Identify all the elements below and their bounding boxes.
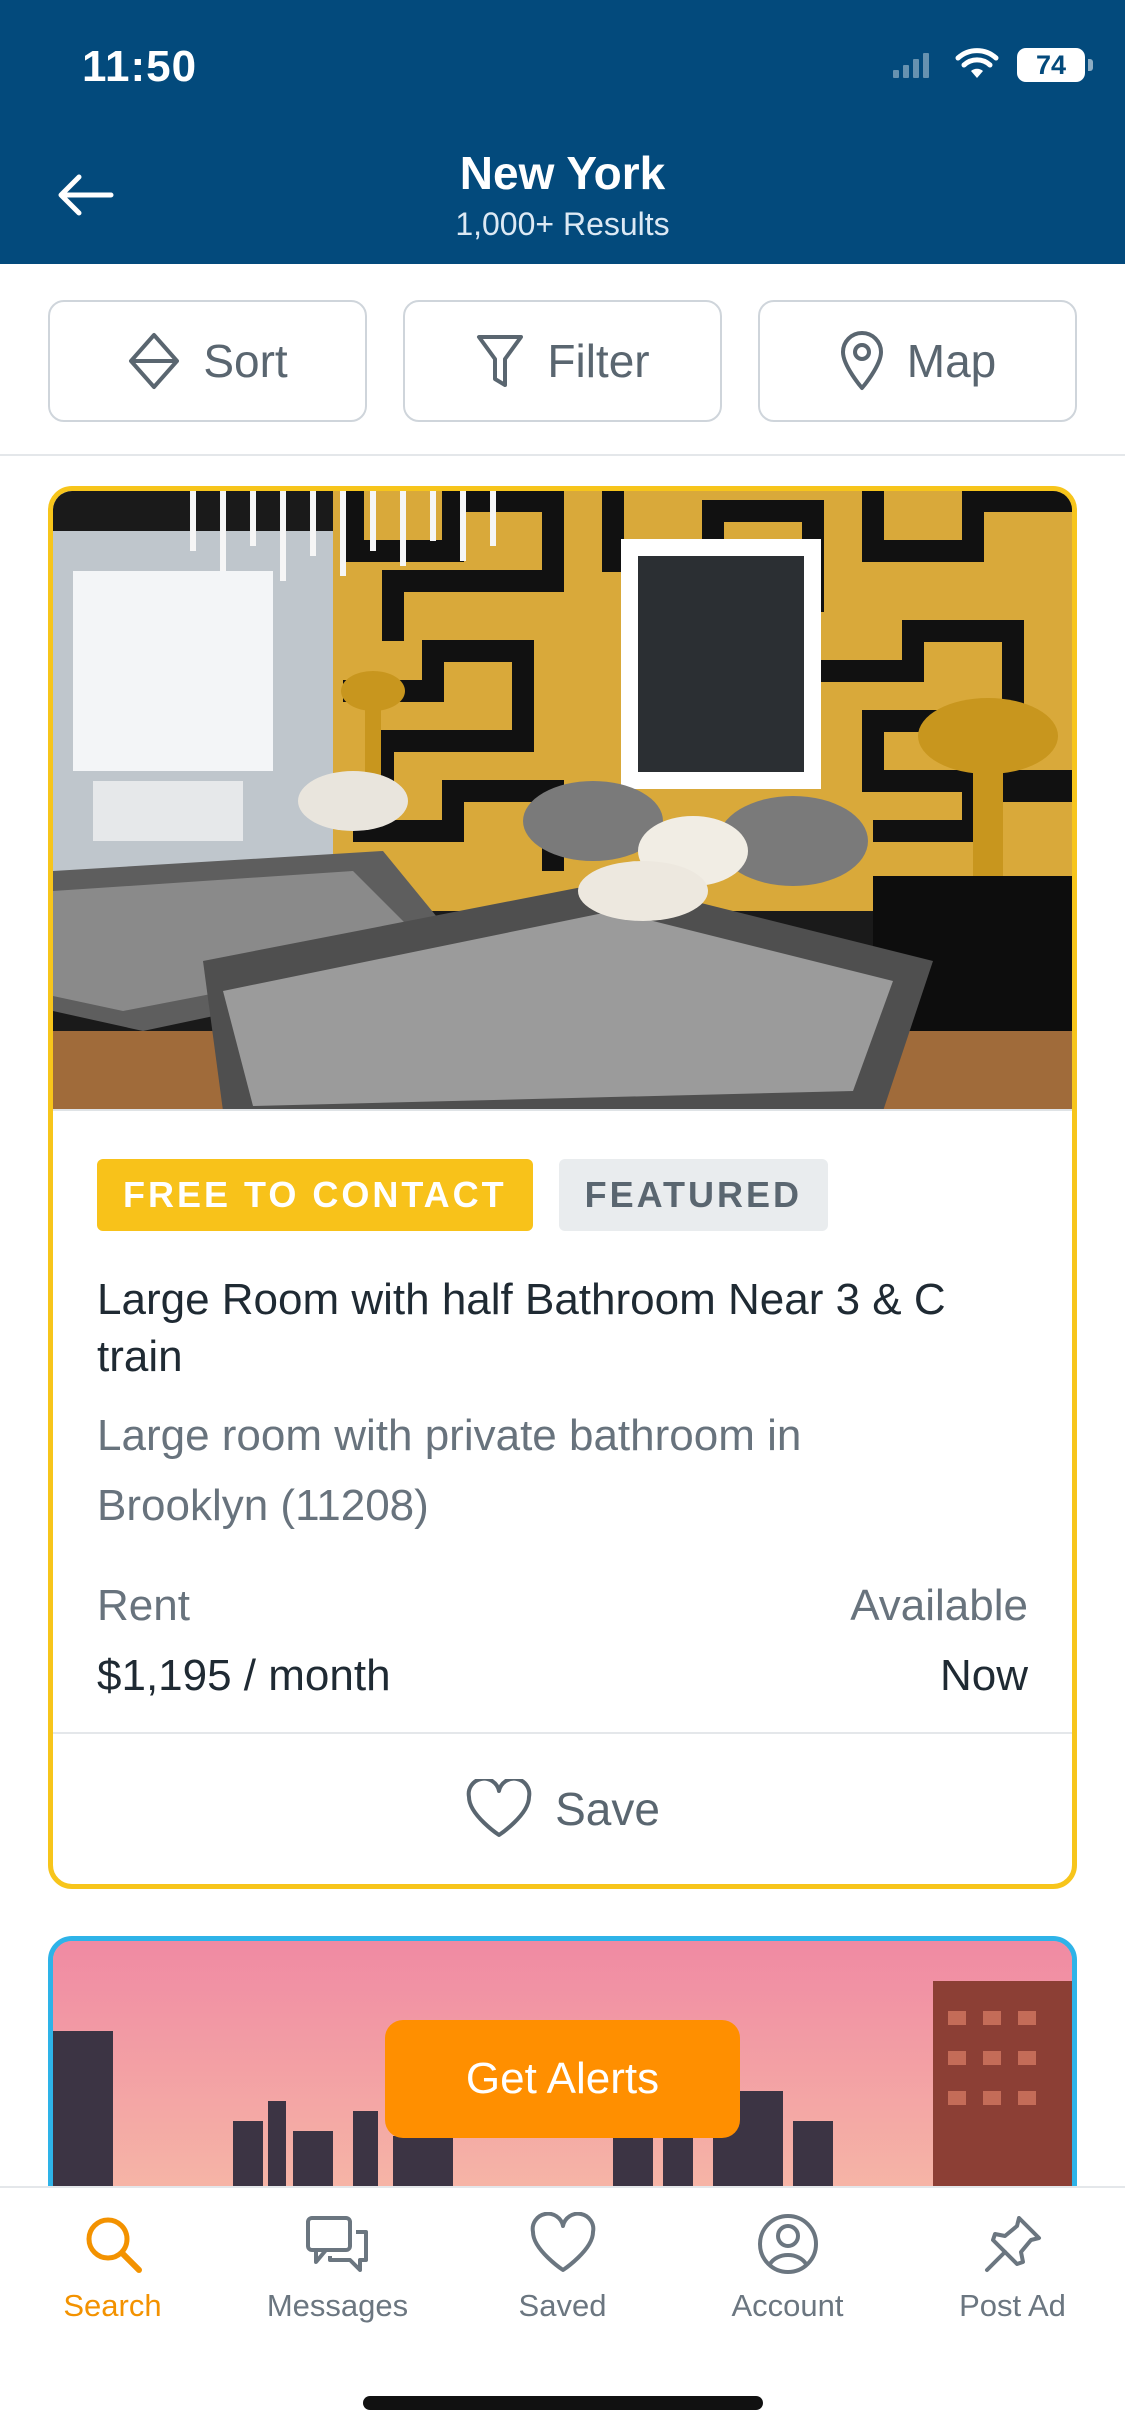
heart-outline-icon — [466, 1779, 532, 1837]
map-label: Map — [906, 335, 997, 387]
listing-photo[interactable] — [53, 491, 1072, 1111]
tab-account[interactable]: Account — [675, 2212, 900, 2324]
save-label: Save — [555, 1783, 660, 1835]
account-icon — [757, 2214, 818, 2274]
get-alerts-button[interactable]: Get Alerts — [385, 2020, 740, 2138]
rent-value: $1,195 / month — [97, 1651, 391, 1700]
toolbar-divider — [0, 454, 1125, 456]
search-toolbar: Sort Filter Map — [48, 300, 1077, 422]
status-time: 11:50 — [82, 42, 198, 91]
tab-saved-label: Saved — [518, 2288, 607, 2323]
available-value: Now — [939, 1651, 1028, 1700]
tab-messages[interactable]: Messages — [225, 2212, 450, 2324]
sort-label: Sort — [203, 335, 288, 387]
results-count: 1,000+ Results — [455, 206, 670, 242]
tab-post-ad-label: Post Ad — [959, 2288, 1066, 2323]
featured-badge: FEATURED — [558, 1159, 828, 1231]
tab-post-ad[interactable]: Post Ad — [900, 2212, 1125, 2324]
sort-icon — [129, 333, 180, 389]
filter-icon — [477, 335, 524, 387]
listing-description: Large room with private bathroom in Broo… — [97, 1411, 802, 1530]
messages-icon — [305, 2216, 368, 2272]
tab-messages-label: Messages — [266, 2288, 409, 2323]
app-header: 11:50 74 New York 1,000+ Results — [0, 0, 1125, 264]
available-label: Available — [850, 1581, 1028, 1630]
cellular-signal-icon — [893, 53, 929, 78]
page-title: New York — [459, 147, 666, 199]
status-icons: 74 — [893, 48, 1093, 82]
wifi-icon — [955, 48, 999, 78]
filter-label: Filter — [547, 335, 650, 387]
map-pin-icon — [840, 331, 883, 390]
filter-button[interactable]: Filter — [403, 300, 722, 422]
tab-search[interactable]: Search — [0, 2212, 225, 2324]
search-icon — [86, 2217, 142, 2273]
save-listing-button[interactable]: Save — [53, 1732, 1072, 1884]
listing-card[interactable]: FREE TO CONTACT FEATURED Large Room with… — [48, 486, 1077, 1889]
map-button[interactable]: Map — [758, 300, 1077, 422]
tab-account-label: Account — [731, 2288, 844, 2323]
heart-icon — [530, 2212, 595, 2272]
listing-badges: FREE TO CONTACT FEATURED — [97, 1159, 828, 1231]
sort-button[interactable]: Sort — [48, 300, 367, 422]
listing-title[interactable]: Large Room with half Bathroom Near 3 & C… — [97, 1271, 997, 1385]
home-indicator — [363, 2396, 763, 2410]
rent-label: Rent — [97, 1581, 190, 1630]
tab-search-label: Search — [63, 2288, 162, 2323]
battery-indicator: 74 — [1017, 48, 1093, 82]
tab-saved[interactable]: Saved — [450, 2212, 675, 2324]
free-to-contact-badge: FREE TO CONTACT — [97, 1159, 533, 1231]
pin-icon — [984, 2216, 1041, 2272]
